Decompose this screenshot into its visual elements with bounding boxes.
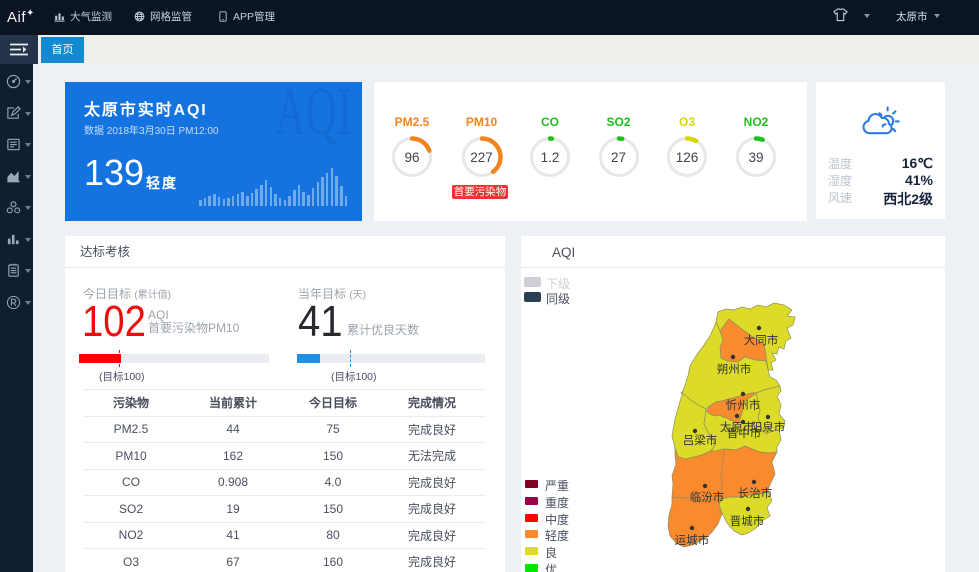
- svg-text:晋城市: 晋城市: [730, 514, 765, 528]
- svg-text:大同市: 大同市: [744, 333, 779, 347]
- svg-text:运城市: 运城市: [675, 533, 710, 547]
- svg-text:临汾市: 临汾市: [690, 490, 725, 504]
- svg-text:忻州市: 忻州市: [726, 398, 761, 412]
- svg-text:朔州市: 朔州市: [717, 362, 752, 376]
- svg-text:长治市: 长治市: [738, 486, 773, 500]
- svg-text:吕梁市: 吕梁市: [683, 433, 718, 447]
- svg-text:晋中市: 晋中市: [727, 426, 762, 440]
